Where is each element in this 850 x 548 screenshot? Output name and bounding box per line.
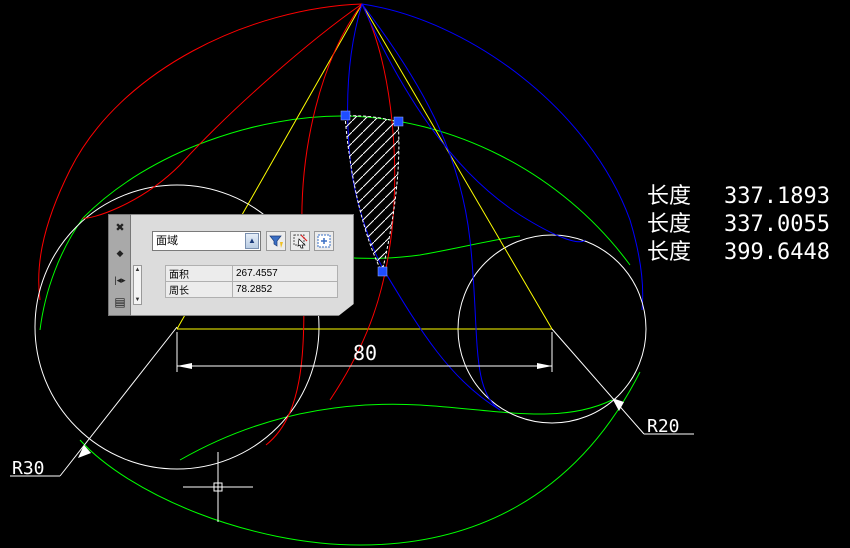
r20-text: R20 <box>647 416 680 437</box>
r30-text: R30 <box>12 458 45 479</box>
palette-titlebar[interactable]: ✖ ◆ |◂▸ ▤ <box>108 214 131 316</box>
close-icon[interactable]: ✖ <box>112 220 128 234</box>
dim-arrow-right <box>537 363 552 369</box>
grip-bottom <box>377 266 388 277</box>
property-value-perimeter[interactable]: 78.2852 <box>232 281 338 298</box>
green-bottom-arc <box>79 371 641 546</box>
grip-top-right <box>393 116 404 127</box>
r30-arrow <box>78 445 91 458</box>
property-label-perimeter: 周长 <box>165 281 233 298</box>
table-row[interactable]: 面积 267.4557 <box>165 265 338 282</box>
properties-table: 面积 267.4557 周长 78.2852 <box>165 265 338 298</box>
radius-dimension-r30: R30 <box>10 326 178 479</box>
dim-text: 80 <box>353 341 377 365</box>
quick-properties-palette[interactable]: ✖ ◆ |◂▸ ▤ ▲ ▼ 面域 ▲ 面积 267.4557 周长 78.285… <box>108 214 354 316</box>
object-type-select[interactable]: 面域 ▲ <box>152 231 261 251</box>
cad-drawing-area[interactable]: 80 R30 R20 长度 337.1893 长度 337.0055 长度 39… <box>0 0 850 548</box>
green-inner-arc <box>179 399 613 461</box>
length-readouts: 长度 337.1893 长度 337.0055 长度 399.6448 <box>647 184 830 265</box>
length-value-1: 337.1893 <box>724 184 830 209</box>
palette-scrollbar[interactable]: ▲ ▼ <box>133 265 142 305</box>
select-objects-button[interactable] <box>290 231 310 251</box>
length-value-2: 337.0055 <box>724 212 830 237</box>
pin-icon[interactable]: ◆ <box>112 246 128 260</box>
length-value-3: 399.6448 <box>724 240 830 265</box>
dim-arrow-left <box>177 363 192 369</box>
quick-select-icon <box>269 235 283 248</box>
green-left-arc <box>39 217 84 331</box>
r30-leader-line <box>59 326 178 477</box>
length-label-2: 长度 <box>647 212 691 237</box>
toggle-pickadd-button[interactable] <box>314 231 334 251</box>
select-objects-icon <box>293 234 308 249</box>
length-label-1: 长度 <box>647 184 691 209</box>
length-label-3: 长度 <box>647 240 691 265</box>
quick-select-button[interactable] <box>266 231 286 251</box>
property-label-area: 面积 <box>165 265 233 282</box>
resize-icon[interactable]: |◂▸ <box>112 273 128 287</box>
chevron-down-icon[interactable]: ▲ <box>245 233 259 249</box>
properties-icon[interactable]: ▤ <box>112 295 128 309</box>
object-type-value: 面域 <box>156 235 178 247</box>
table-row[interactable]: 周长 78.2852 <box>165 281 338 298</box>
grip-top-left <box>340 110 351 121</box>
property-value-area[interactable]: 267.4557 <box>232 265 338 282</box>
palette-body: ▲ ▼ 面域 ▲ 面积 267.4557 周长 78.2852 <box>131 214 354 316</box>
blue-arc-4 <box>384 271 501 411</box>
scroll-up-icon[interactable]: ▲ <box>134 266 141 274</box>
pickadd-icon <box>317 234 331 248</box>
scroll-down-icon[interactable]: ▼ <box>134 296 141 304</box>
